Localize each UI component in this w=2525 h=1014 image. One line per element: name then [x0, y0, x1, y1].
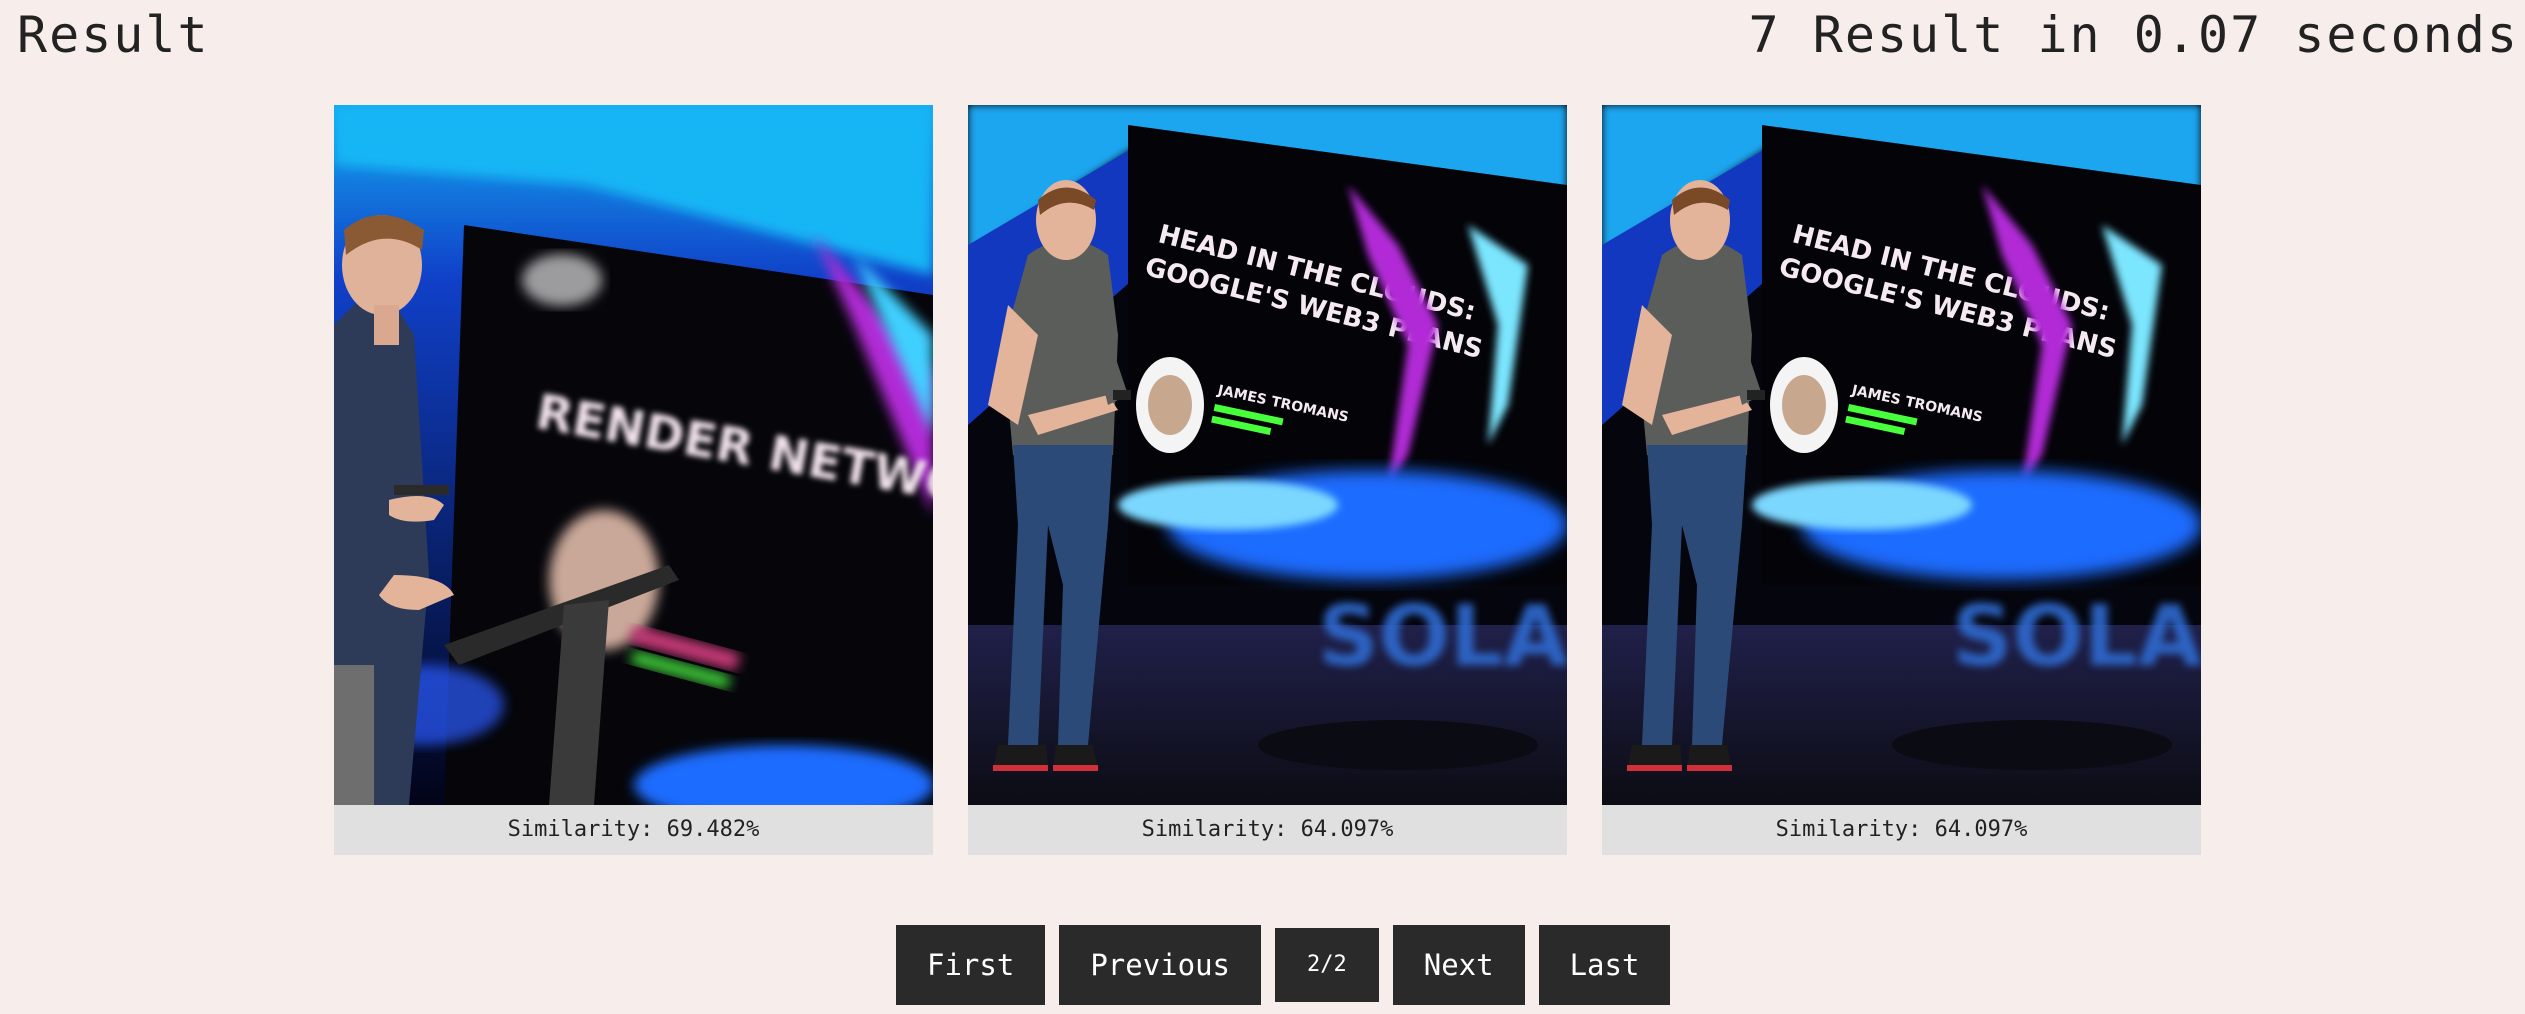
previous-page-button[interactable]: Previous: [1059, 925, 1261, 1005]
result-image[interactable]: RENDER NETWORK: [334, 105, 933, 805]
stage-photo-head-in-clouds: HEAD IN THE CLOUDS: GOOGLE'S WEB3 PLANS …: [1602, 105, 2201, 805]
similarity-score: Similarity: 64.097%: [1602, 805, 2201, 855]
result-image[interactable]: HEAD IN THE CLOUDS: GOOGLE'S WEB3 PLANS …: [1602, 105, 2201, 805]
result-card[interactable]: HEAD IN THE CLOUDS: GOOGLE'S WEB3 PLANS …: [968, 105, 1567, 855]
result-card[interactable]: RENDER NETWORK Similarity: 69.482%: [334, 105, 933, 855]
results-grid: RENDER NETWORK Similarity: 69.482% HEAD …: [334, 105, 2201, 855]
pagination: First Previous 2/2 Next Last: [896, 925, 1671, 1005]
result-image[interactable]: HEAD IN THE CLOUDS: GOOGLE'S WEB3 PLANS …: [968, 105, 1567, 805]
stage-sign-text: SOLAN: [1318, 587, 1567, 685]
first-page-button[interactable]: First: [896, 925, 1046, 1005]
page-indicator: 2/2: [1275, 928, 1379, 1002]
result-stats: 7 Result in 0.07 seconds: [1748, 6, 2519, 64]
next-page-button[interactable]: Next: [1392, 925, 1525, 1005]
stage-photo-head-in-clouds: HEAD IN THE CLOUDS: GOOGLE'S WEB3 PLANS …: [968, 105, 1567, 805]
stage-sign-text: SOLAN: [1952, 587, 2201, 685]
stage-photo-render-network: RENDER NETWORK: [334, 105, 933, 805]
last-page-button[interactable]: Last: [1538, 925, 1671, 1005]
similarity-score: Similarity: 64.097%: [968, 805, 1567, 855]
similarity-score: Similarity: 69.482%: [334, 805, 933, 855]
result-card[interactable]: HEAD IN THE CLOUDS: GOOGLE'S WEB3 PLANS …: [1602, 105, 2201, 855]
page-title: Result: [17, 6, 210, 64]
